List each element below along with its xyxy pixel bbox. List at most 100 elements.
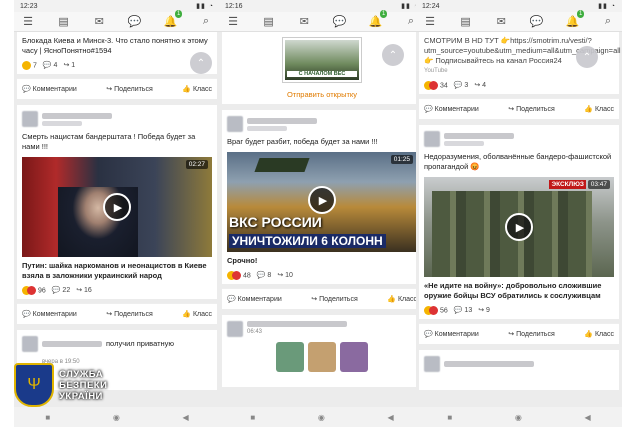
mail-icon[interactable]: ✉ — [493, 15, 509, 28]
post-actions: 💬 Комментарии ↪ Поделиться 👍 Класс — [419, 98, 619, 119]
bell-icon[interactable]: 🔔 1 — [162, 10, 183, 28]
menu-icon[interactable]: ☰ — [422, 15, 438, 28]
video-player[interactable]: 02:27 ▶ — [22, 157, 212, 257]
postcard-image[interactable]: С НАЧАЛОМ ВЕС — [283, 38, 361, 82]
phone-screen-3: 12:24 ▮▮ ◔ ☰ ▤ ✉ 💬 🔔 1 ⌕ СМОТРИМ В HD ТУТ… — [416, 0, 622, 427]
post-text[interactable]: Враг будет разбит, победа будет за нами … — [227, 137, 417, 147]
status-time: 12:23 — [20, 2, 38, 10]
comments-button[interactable]: 💬 Комментарии — [424, 330, 479, 338]
post-author[interactable] — [22, 109, 212, 129]
like-button[interactable]: 👍 Класс — [584, 105, 614, 113]
notification-badge: 1 — [175, 10, 183, 18]
recent-nav-icon[interactable]: ■ — [447, 413, 452, 422]
avatar — [22, 336, 38, 352]
shares-count: 9 — [486, 307, 490, 314]
back-nav-icon[interactable]: ◀ — [585, 413, 591, 422]
like-button[interactable]: 👍 Класс — [584, 330, 614, 338]
app-toolbar: ☰ ▤ ✉ 💬 🔔 1 ⌕ — [14, 10, 220, 32]
play-icon[interactable]: ▶ — [505, 213, 533, 241]
video-caption[interactable]: «Не идите на войну»: добровольно сложивш… — [424, 281, 614, 301]
chat-icon[interactable]: 💬 — [529, 15, 545, 28]
back-nav-icon[interactable]: ◀ — [183, 413, 189, 422]
share-icon: ↪ 10 — [277, 272, 293, 279]
share-button[interactable]: ↪ Поделиться — [508, 330, 554, 338]
comments-count: 4 — [53, 62, 58, 69]
app-toolbar: ☰ ▤ ✉ 💬 🔔 1 ⌕ — [219, 10, 425, 32]
video-overlay-title: ВКС РОССИИ — [229, 214, 322, 230]
comments-button[interactable]: 💬 Комментарии — [424, 105, 479, 113]
post-stats: 96 💬 22 ↪ 16 — [22, 285, 212, 295]
comments-button[interactable]: 💬 Комментарии — [227, 295, 282, 303]
mail-icon[interactable]: ✉ — [296, 15, 312, 28]
post-author[interactable] — [424, 129, 614, 149]
post-images[interactable] — [227, 342, 417, 372]
recent-nav-icon[interactable]: ■ — [250, 413, 255, 422]
reaction-emoji-icon[interactable] — [22, 60, 31, 70]
bell-icon[interactable]: 🔔 1 — [367, 10, 388, 28]
scroll-up-icon[interactable]: ⌃ — [576, 46, 598, 68]
menu-icon[interactable]: ☰ — [225, 15, 241, 28]
author-name-blurred — [444, 132, 514, 139]
scroll-up-icon[interactable]: ⌃ — [190, 52, 212, 74]
feed-icon[interactable]: ▤ — [458, 15, 474, 28]
post-author[interactable]: получил приватную — [22, 334, 212, 354]
post-text[interactable]: Блокада Киева и Минск-3. Что стало понят… — [22, 36, 212, 56]
post-text[interactable]: Смерть нацистам бандерштата ! Победа буд… — [22, 132, 212, 152]
share-button[interactable]: ↪ Поделиться — [106, 310, 152, 318]
like-button[interactable]: 👍 Класс — [182, 310, 212, 318]
comment-icon: 💬 8 — [256, 272, 272, 279]
send-postcard-link[interactable]: Отправить открытку — [227, 90, 417, 99]
like-button[interactable]: 👍 Класс — [182, 85, 212, 93]
video-player[interactable]: 01:25 ▶ ВКС РОССИИ УНИЧТОЖИЛИ 6 КОЛОНН — [227, 152, 417, 252]
mail-icon[interactable]: ✉ — [91, 15, 107, 28]
feed-icon[interactable]: ▤ — [261, 15, 277, 28]
post-author[interactable]: 06:43 — [227, 319, 417, 339]
avatar — [424, 356, 440, 372]
post-stats: 7 💬 4 ↪ 1 — [22, 60, 212, 70]
video-caption[interactable]: Срочно! — [227, 256, 417, 266]
home-nav-icon[interactable]: ◉ — [113, 413, 120, 422]
home-nav-icon[interactable]: ◉ — [318, 413, 325, 422]
video-duration: 02:27 — [185, 160, 208, 169]
video-player[interactable]: ЭКСКЛЮЗ 03:47 ▶ — [424, 177, 614, 277]
back-nav-icon[interactable]: ◀ — [388, 413, 394, 422]
reactions-count: 48 — [242, 271, 251, 279]
comments-count: 22 — [62, 287, 71, 294]
status-time: 12:24 — [422, 2, 440, 10]
post-author[interactable] — [227, 114, 417, 134]
video-caption[interactable]: Путин: шайка наркоманов и неонацистов в … — [22, 261, 212, 281]
video-duration: 01:25 — [390, 155, 413, 164]
notification-badge: 1 — [380, 10, 388, 18]
share-button[interactable]: ↪ Поделиться — [106, 85, 152, 93]
play-icon[interactable]: ▶ — [308, 186, 336, 214]
recent-nav-icon[interactable]: ■ — [45, 413, 50, 422]
video-duration: 03:47 — [587, 180, 610, 189]
comment-icon: 💬 3 — [453, 82, 469, 89]
share-button[interactable]: ↪ Поделиться — [311, 295, 357, 303]
post-time: 06:43 — [247, 329, 263, 335]
search-icon[interactable]: ⌕ — [600, 15, 616, 28]
comments-button[interactable]: 💬 Комментарии — [22, 85, 77, 93]
chat-icon[interactable]: 💬 — [332, 15, 348, 28]
chat-icon[interactable]: 💬 — [127, 15, 143, 28]
comments-button[interactable]: 💬 Комментарии — [22, 310, 77, 318]
home-nav-icon[interactable]: ◉ — [515, 413, 522, 422]
shares-count: 4 — [482, 82, 487, 89]
play-icon[interactable]: ▶ — [103, 193, 131, 221]
shares-count: 16 — [84, 287, 92, 294]
post-text[interactable]: Недоразумения, оболванённые бандеро-фаши… — [424, 152, 614, 172]
post-actions: 💬 Комментарии ↪ Поделиться 👍 Класс — [222, 288, 422, 309]
comments-count: 3 — [464, 82, 469, 89]
logo-text: СЛУЖБА БЕЗПЕКИ УКРАЇНИ — [59, 368, 108, 402]
bell-icon[interactable]: 🔔 1 — [564, 10, 585, 28]
feed-icon[interactable]: ▤ — [56, 15, 72, 28]
post-author[interactable] — [424, 354, 614, 374]
share-icon: ↪ 1 — [63, 62, 76, 69]
search-icon[interactable]: ⌕ — [198, 15, 214, 28]
like-button[interactable]: 👍 Класс — [387, 295, 417, 303]
share-button[interactable]: ↪ Поделиться — [508, 105, 554, 113]
menu-icon[interactable]: ☰ — [20, 15, 36, 28]
postcard: С НАЧАЛОМ ВЕС ⌃ Отправить открытку — [222, 32, 422, 104]
scroll-up-icon[interactable]: ⌃ — [382, 44, 404, 66]
system-nav-bar: ■ ◉ ◀ — [416, 407, 622, 427]
